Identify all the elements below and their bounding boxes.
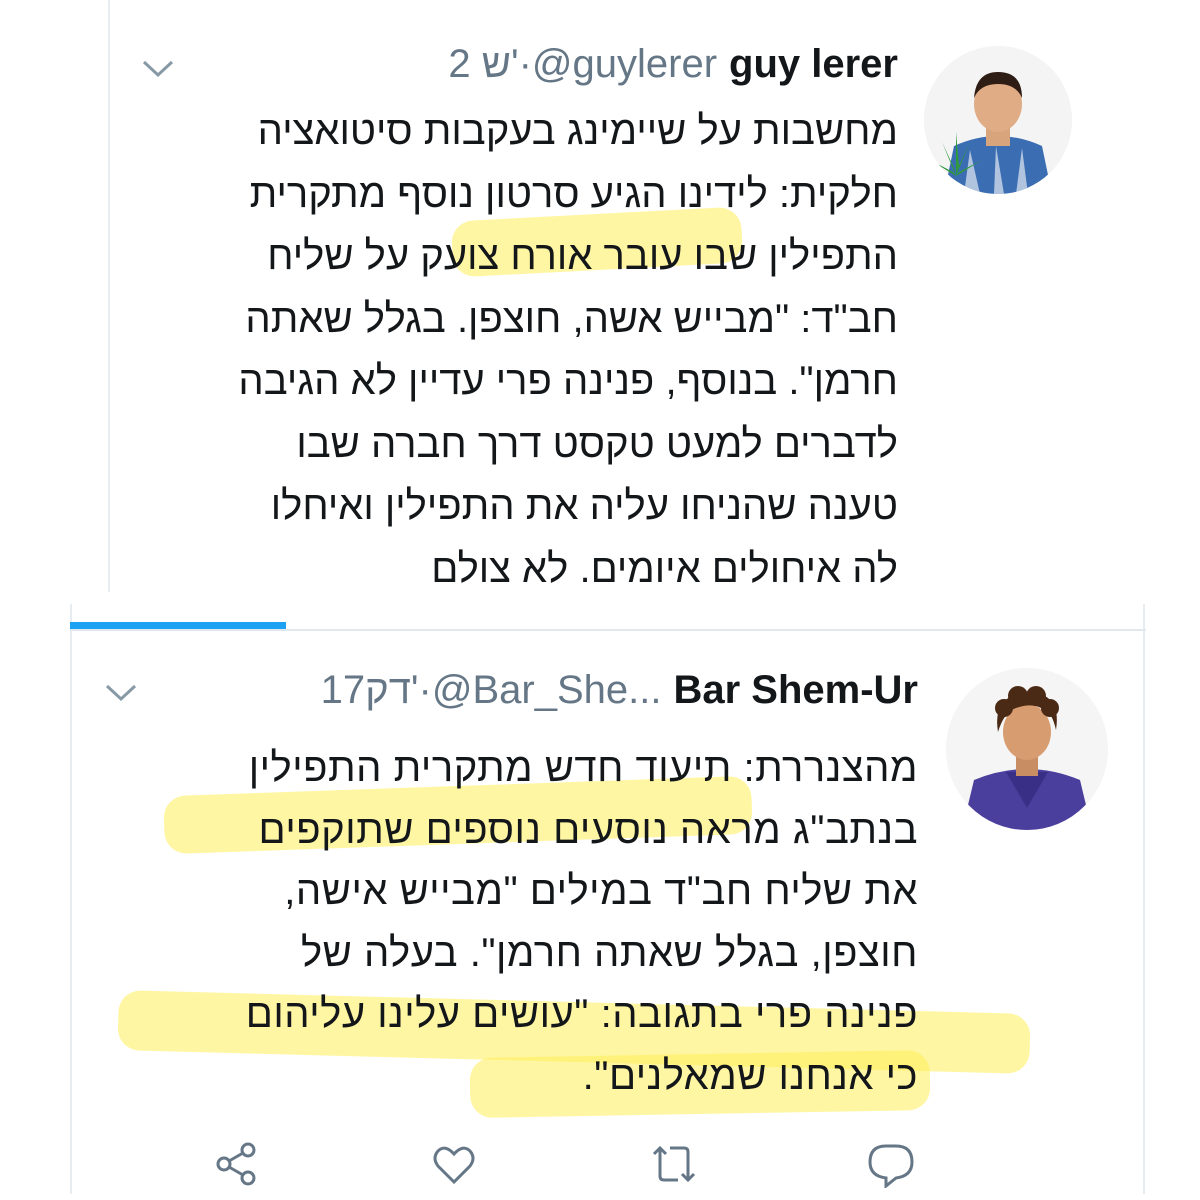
tweet-text-line: חוצפן, בגלל שאתה חרמן". בעלה של (300, 930, 918, 975)
tweet-text-line: מהצנררת: תיעוד חדש מתקרית התפילין (248, 746, 918, 790)
tweet-text: מחשבות על שיימינג בעקבות סיטואציה חלקית:… (138, 100, 898, 600)
card-border (1143, 604, 1145, 1194)
tweet-text-line: לה איחולים איומים. לא צולם (431, 546, 898, 591)
retweet-icon[interactable] (648, 1140, 700, 1193)
tweet-text-line: טענה שהניחו עליה את התפילין ואיחלו (270, 484, 898, 528)
tweet-text-line: חלקית: לידינו הגיע סרטון נוסף מתקרית (249, 171, 898, 216)
tweet-text: מהצנררת: תיעוד חדש מתקרית התפילין בנתב"ג… (118, 738, 918, 1107)
reply-icon[interactable] (866, 1140, 916, 1193)
chevron-down-icon[interactable] (104, 682, 138, 709)
tab-indicator (70, 622, 286, 629)
tweet-header: 2 ש' · @guylerer guy lerer (448, 42, 898, 87)
user-name[interactable]: guy lerer (729, 42, 898, 87)
tweet-guy-lerer[interactable]: 2 ש' · @guylerer guy lerer מחשבות על שיי… (0, 0, 1200, 600)
meta-separator: · (418, 668, 432, 712)
user-handle[interactable]: @guylerer (532, 42, 717, 87)
tweet-text-line: חרמן". בנוסף, פנינה פרי עדיין לא הגיבה (238, 359, 898, 403)
share-icon[interactable] (212, 1140, 260, 1193)
chevron-down-icon[interactable] (141, 58, 175, 85)
tweet-actions (0, 1140, 1200, 1190)
tweet-text-line: את שליח חב"ד במילים "מבייש אישה, (284, 869, 918, 913)
tweet-text-line: כי אנחנו שמאלנים". (582, 1053, 918, 1098)
user-handle[interactable]: @Bar_She... (432, 668, 662, 713)
tweet-text-line: בנתב"ג מראה נוסעים נוספים שתוקפים (258, 807, 918, 852)
tweet-time[interactable]: 2 ש' (448, 42, 518, 87)
tweet-text-line: התפילין שבו עובר אורח צועק על שליח (267, 234, 898, 278)
divider (70, 629, 1146, 631)
avatar[interactable] (946, 668, 1108, 830)
tweet-text-line: לדברים למעט טקסט דרך חברה שבו (296, 421, 898, 466)
user-name[interactable]: Bar Shem-Ur (673, 668, 918, 713)
thread-line (108, 0, 110, 592)
tweet-text-line: פנינה פרי בתגובה: "עושים עלינו עליהום (245, 992, 918, 1036)
card-border (70, 604, 72, 1194)
tweet-text-line: חב"ד: "מבייש אשה, חוצפן. בגלל שאתה (245, 296, 898, 341)
avatar[interactable] (924, 46, 1072, 194)
meta-separator: · (518, 42, 532, 86)
tweet-header: 17דק' · @Bar_She... Bar Shem-Ur (321, 668, 918, 713)
tweet-time[interactable]: 17דק' (321, 668, 419, 713)
like-icon[interactable] (430, 1140, 478, 1193)
tweet-text-line: מחשבות על שיימינג בעקבות סיטואציה (257, 109, 898, 153)
